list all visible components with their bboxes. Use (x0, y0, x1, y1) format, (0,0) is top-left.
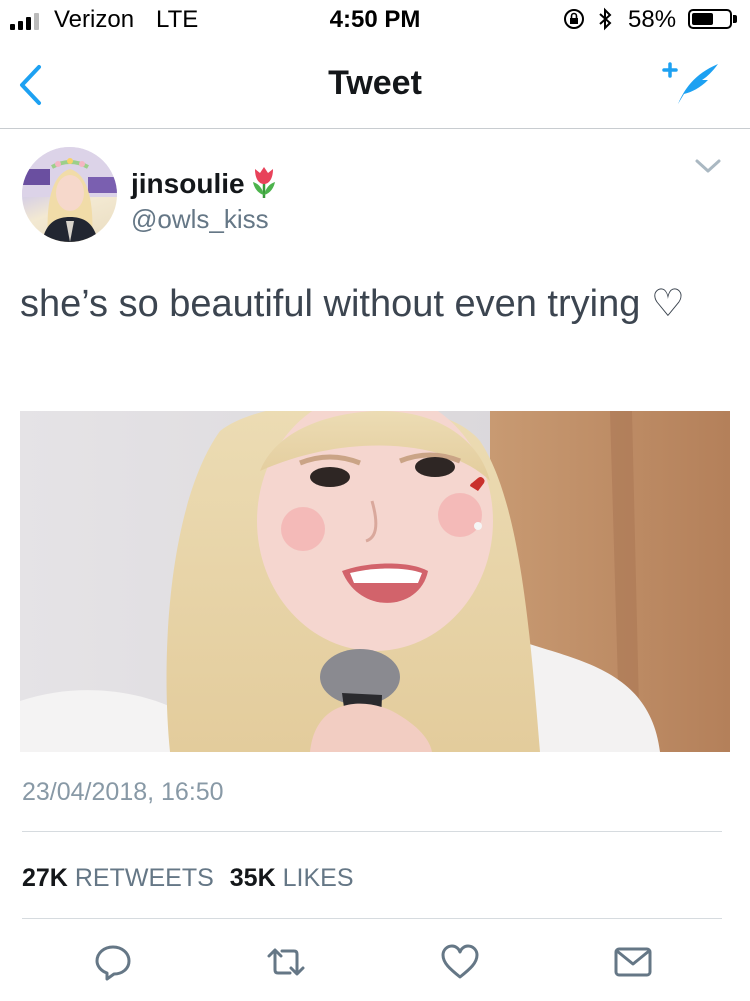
envelope-icon (614, 947, 652, 977)
bluetooth-icon (599, 7, 612, 31)
reply-button[interactable] (93, 942, 133, 982)
divider (22, 918, 722, 919)
photo-image (20, 411, 730, 752)
like-button[interactable] (440, 942, 480, 982)
battery-icon (688, 9, 732, 29)
status-bar: Verizon LTE 4:50 PM 58% (0, 0, 750, 40)
nav-bar: Tweet (0, 40, 750, 129)
page-title: Tweet (328, 64, 422, 102)
tweet-text: she’s so beautiful without even trying ♡ (20, 283, 685, 325)
retweets-count: 27K (22, 864, 68, 892)
display-name[interactable]: jinsoulie (131, 165, 279, 200)
chevron-down-icon[interactable] (692, 152, 724, 180)
battery-nub (733, 15, 737, 23)
display-name-text: jinsoulie (131, 168, 245, 199)
compose-tweet-icon[interactable] (660, 58, 724, 108)
retweets-stat[interactable]: 27K RETWEETS (22, 864, 230, 892)
rotation-lock-icon (564, 9, 584, 29)
likes-stat[interactable]: 35K LIKES (230, 864, 370, 892)
reply-icon (95, 945, 131, 981)
avatar-image (22, 147, 117, 242)
retweet-button[interactable] (266, 942, 306, 982)
avatar[interactable] (22, 147, 117, 242)
divider (22, 831, 722, 832)
user-handle[interactable]: @owls_kiss (131, 204, 269, 235)
tweet-stats: 27K RETWEETS 35K LIKES (22, 864, 370, 893)
tweet-timestamp: 23/04/2018, 16:50 (22, 778, 224, 806)
likes-label: LIKES (282, 864, 354, 892)
battery-percent: 58% (628, 6, 677, 33)
retweet-icon (267, 948, 305, 976)
tulip-icon (252, 167, 275, 198)
share-button[interactable] (613, 942, 653, 982)
likes-count: 35K (229, 864, 276, 892)
tweet-photo[interactable] (20, 411, 730, 752)
heart-icon (441, 944, 479, 979)
retweets-label: RETWEETS (74, 864, 214, 892)
